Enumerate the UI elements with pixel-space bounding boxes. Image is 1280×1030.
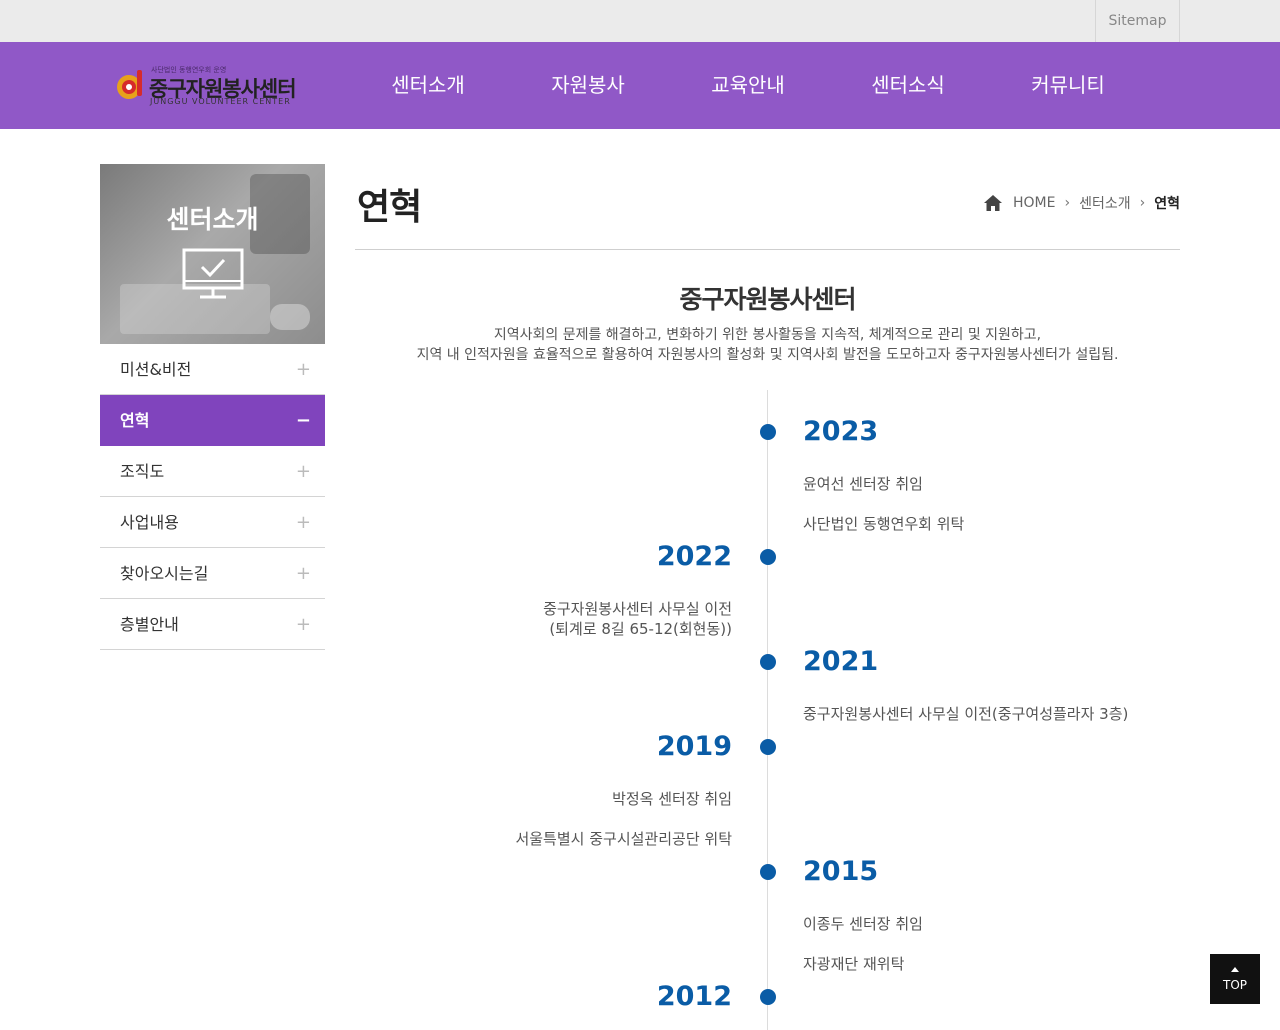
timeline-event: 윤여선 센터장 취임 bbox=[803, 475, 923, 493]
logo-english-name: JUNGGU VOLUNTEER CENTER bbox=[150, 97, 291, 106]
timeline-dot bbox=[760, 549, 776, 565]
timeline-year: 2015 bbox=[803, 856, 879, 887]
home-icon[interactable] bbox=[983, 194, 1003, 212]
intro-title: 중구자원봉사센터 bbox=[679, 285, 856, 314]
sidebar-item-label: 사업내용 bbox=[120, 513, 179, 532]
timeline-dot bbox=[760, 739, 776, 755]
timeline-event: 서울특별시 중구시설관리공단 위탁 bbox=[515, 830, 732, 848]
timeline-event: 중구자원봉사센터 사무실 이전(중구여성플라자 3층) bbox=[803, 705, 1129, 723]
sidebar-item-label: 미션&비전 bbox=[120, 360, 192, 379]
plus-icon: + bbox=[295, 563, 311, 584]
breadcrumb-current: 연혁 bbox=[1154, 196, 1180, 212]
sitemap-link[interactable]: Sitemap bbox=[1095, 0, 1180, 42]
visual-shape bbox=[270, 304, 310, 330]
timeline-dot bbox=[760, 864, 776, 880]
timeline-event: 중구자원봉사센터 사무실 이전 bbox=[543, 600, 732, 618]
monitor-check-icon bbox=[182, 248, 244, 299]
timeline-year: 2019 bbox=[656, 731, 732, 762]
minus-icon: − bbox=[295, 410, 311, 431]
plus-icon: + bbox=[295, 461, 311, 482]
global-nav-bar: 사단법인 동행연우회 운영 중구자원봉사센터 JUNGGU VOLUNTEER … bbox=[0, 42, 1280, 129]
intro-line: 지역 내 인적자원을 효율적으로 활용하여 자원봉사의 활성화 및 지역사회 발… bbox=[416, 347, 1119, 363]
timeline-axis bbox=[767, 390, 768, 1030]
timeline-event: 이종두 센터장 취임 bbox=[803, 915, 923, 933]
sidebar-item-label: 찾아오시는길 bbox=[120, 564, 209, 583]
breadcrumb-section[interactable]: 센터소개 bbox=[1079, 193, 1131, 213]
nav-item-center-intro[interactable]: 센터소개 bbox=[348, 42, 508, 129]
timeline-year: 2012 bbox=[656, 981, 732, 1012]
sidebar-item-business[interactable]: 사업내용 + bbox=[100, 497, 325, 548]
scroll-top-button[interactable]: TOP bbox=[1210, 954, 1260, 1004]
sidebar-item-history[interactable]: 연혁 − bbox=[100, 395, 325, 446]
nav-item-education[interactable]: 교육안내 bbox=[668, 42, 828, 129]
chevron-right-icon: › bbox=[1064, 195, 1071, 211]
nav-item-volunteer[interactable]: 자원봉사 bbox=[508, 42, 668, 129]
title-divider bbox=[355, 249, 1180, 250]
sidebar-item-label: 층별안내 bbox=[120, 615, 179, 634]
timeline-year: 2021 bbox=[803, 646, 879, 677]
sidebar-item-floor-guide[interactable]: 층별안내 + bbox=[100, 599, 325, 650]
utility-bar: Sitemap bbox=[0, 0, 1280, 42]
intro-description: 지역사회의 문제를 해결하고, 변화하기 위한 봉사활동을 지속적, 체계적으로… bbox=[355, 325, 1180, 365]
timeline-event: 사단법인 동행연우회 위탁 bbox=[803, 515, 965, 533]
sidebar-title: 센터소개 bbox=[166, 205, 259, 234]
timeline-event: 자광재단 재위탁 bbox=[803, 955, 905, 973]
timeline-year: 2022 bbox=[656, 541, 732, 572]
timeline-dot bbox=[760, 424, 776, 440]
sidebar-item-label: 조직도 bbox=[120, 462, 165, 481]
logo-mark-icon bbox=[117, 70, 142, 99]
sidebar-visual: 센터소개 bbox=[100, 164, 325, 344]
plus-icon: + bbox=[295, 512, 311, 533]
site-logo[interactable]: 사단법인 동행연우회 운영 중구자원봉사센터 JUNGGU VOLUNTEER … bbox=[115, 64, 305, 108]
timeline-dot bbox=[760, 654, 776, 670]
sidebar-menu: 미션&비전 + 연혁 − 조직도 + 사업내용 + 찾아오시는길 + 층별안내 … bbox=[100, 344, 325, 650]
arrow-up-icon bbox=[1231, 967, 1239, 972]
timeline-dot bbox=[760, 989, 776, 1005]
timeline-year: 2023 bbox=[803, 416, 879, 447]
sidebar-item-mission-vision[interactable]: 미션&비전 + bbox=[100, 344, 325, 395]
plus-icon: + bbox=[295, 614, 311, 635]
intro-line: 지역사회의 문제를 해결하고, 변화하기 위한 봉사활동을 지속적, 체계적으로… bbox=[493, 327, 1042, 343]
sidebar-item-directions[interactable]: 찾아오시는길 + bbox=[100, 548, 325, 599]
sidebar-item-label: 연혁 bbox=[120, 411, 150, 430]
chevron-right-icon: › bbox=[1139, 195, 1146, 211]
nav-item-news[interactable]: 센터소식 bbox=[828, 42, 988, 129]
nav-item-community[interactable]: 커뮤니티 bbox=[988, 42, 1148, 129]
breadcrumb: HOME › 센터소개 › 연혁 bbox=[983, 192, 1180, 214]
plus-icon: + bbox=[295, 359, 311, 380]
sidebar-item-organization[interactable]: 조직도 + bbox=[100, 446, 325, 497]
main-nav: 센터소개 자원봉사 교육안내 센터소식 커뮤니티 bbox=[348, 42, 1148, 129]
scroll-top-label: TOP bbox=[1222, 978, 1247, 992]
timeline-event: (퇴계로 8길 65-12(회현동)) bbox=[549, 620, 732, 638]
breadcrumb-home[interactable]: HOME bbox=[1013, 195, 1055, 211]
page-title: 연혁 bbox=[357, 187, 422, 228]
timeline-event: 박정옥 센터장 취임 bbox=[612, 790, 732, 808]
